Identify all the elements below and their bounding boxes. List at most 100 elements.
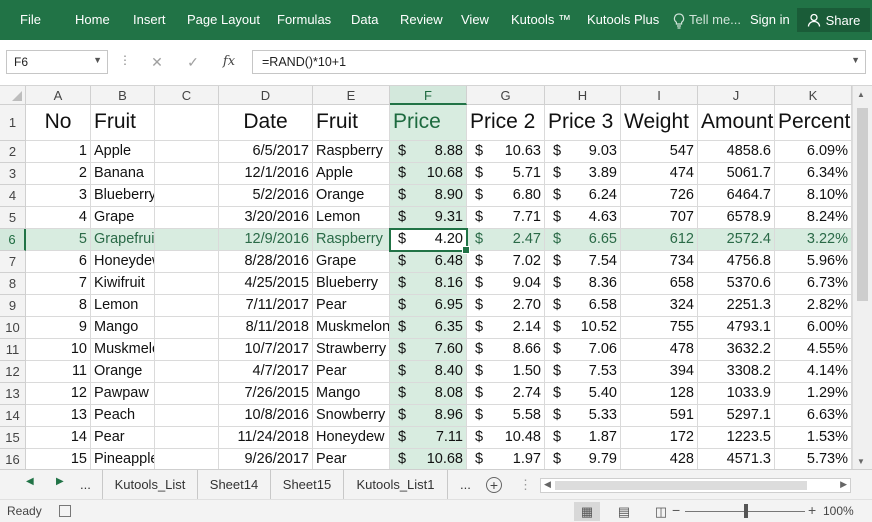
chevron-down-icon[interactable]: ▼ — [93, 55, 102, 65]
cell-g4[interactable]: $6.80 — [467, 185, 545, 207]
cell-g16[interactable]: $1.97 — [467, 449, 545, 469]
cell-j12[interactable]: 3308.2 — [698, 361, 775, 383]
cell-j14[interactable]: 5297.1 — [698, 405, 775, 427]
cell-k4[interactable]: 8.10% — [775, 185, 852, 207]
cell-a8[interactable]: 7 — [26, 273, 91, 295]
cell-j6[interactable]: 2572.4 — [698, 229, 775, 251]
cell-j2[interactable]: 4858.6 — [698, 141, 775, 163]
cell-h15[interactable]: $1.87 — [545, 427, 621, 449]
header-cell-c[interactable] — [155, 105, 219, 141]
macro-recording-icon[interactable] — [59, 505, 71, 517]
tab-page-layout[interactable]: Page Layout — [187, 0, 260, 40]
header-cell-h[interactable]: Price 3 — [545, 105, 621, 141]
cell-b8[interactable]: Kiwifruit — [91, 273, 155, 295]
cell-j13[interactable]: 1033.9 — [698, 383, 775, 405]
cell-h2[interactable]: $9.03 — [545, 141, 621, 163]
cell-h13[interactable]: $5.40 — [545, 383, 621, 405]
cell-c4[interactable] — [155, 185, 219, 207]
cell-k5[interactable]: 8.24% — [775, 207, 852, 229]
cell-k9[interactable]: 2.82% — [775, 295, 852, 317]
header-cell-f[interactable]: Price — [390, 105, 467, 141]
column-header-j[interactable]: J — [698, 86, 775, 105]
cell-h9[interactable]: $6.58 — [545, 295, 621, 317]
row-header-5[interactable]: 5 — [0, 207, 26, 229]
cell-h5[interactable]: $4.63 — [545, 207, 621, 229]
row-header-7[interactable]: 7 — [0, 251, 26, 273]
cell-b6[interactable]: Grapefruit — [91, 229, 155, 251]
cell-e9[interactable]: Pear — [313, 295, 390, 317]
row-header-13[interactable]: 13 — [0, 383, 26, 405]
scroll-right-icon[interactable]: ▶ — [840, 479, 847, 490]
cell-e5[interactable]: Lemon — [313, 207, 390, 229]
cell-k2[interactable]: 6.09% — [775, 141, 852, 163]
cell-j15[interactable]: 1223.5 — [698, 427, 775, 449]
cell-i8[interactable]: 658 — [621, 273, 698, 295]
column-header-d[interactable]: D — [219, 86, 313, 105]
cell-j3[interactable]: 5061.7 — [698, 163, 775, 185]
cell-d11[interactable]: 10/7/2017 — [219, 339, 313, 361]
cell-g8[interactable]: $9.04 — [467, 273, 545, 295]
row-header-2[interactable]: 2 — [0, 141, 26, 163]
tab-data[interactable]: Data — [351, 0, 378, 40]
cell-e2[interactable]: Raspberry — [313, 141, 390, 163]
cell-h6[interactable]: $6.65 — [545, 229, 621, 251]
cell-k14[interactable]: 6.63% — [775, 405, 852, 427]
row-header-4[interactable]: 4 — [0, 185, 26, 207]
cell-a3[interactable]: 2 — [26, 163, 91, 185]
cell-d8[interactable]: 4/25/2015 — [219, 273, 313, 295]
cell-d6[interactable]: 12/9/2016 — [219, 229, 313, 251]
cell-a14[interactable]: 13 — [26, 405, 91, 427]
sheet-tab-sheet15[interactable]: Sheet15 — [271, 470, 344, 499]
cell-e12[interactable]: Pear — [313, 361, 390, 383]
vertical-scrollbar[interactable]: ▲ ▼ — [852, 86, 872, 469]
tell-me-box[interactable]: Tell me... — [673, 0, 741, 40]
cell-f2[interactable]: $8.88 — [390, 141, 467, 163]
next-sheet-icon[interactable]: ▶ — [56, 476, 64, 487]
name-box[interactable]: F6 ▼ — [6, 50, 108, 74]
cell-i12[interactable]: 394 — [621, 361, 698, 383]
header-cell-j[interactable]: Amount — [698, 105, 775, 141]
cell-h12[interactable]: $7.53 — [545, 361, 621, 383]
column-header-a[interactable]: A — [26, 86, 91, 105]
zoom-in-icon[interactable]: + — [808, 502, 816, 518]
row-header-10[interactable]: 10 — [0, 317, 26, 339]
scroll-down-icon[interactable]: ▼ — [857, 457, 865, 466]
cell-f4[interactable]: $8.90 — [390, 185, 467, 207]
cell-a13[interactable]: 12 — [26, 383, 91, 405]
cell-c14[interactable] — [155, 405, 219, 427]
expand-formula-icon[interactable]: ▼ — [851, 55, 860, 65]
cell-e13[interactable]: Mango — [313, 383, 390, 405]
cell-c2[interactable] — [155, 141, 219, 163]
cell-d13[interactable]: 7/26/2015 — [219, 383, 313, 405]
header-cell-i[interactable]: Weight — [621, 105, 698, 141]
column-header-i[interactable]: I — [621, 86, 698, 105]
cell-i14[interactable]: 591 — [621, 405, 698, 427]
cell-g9[interactable]: $2.70 — [467, 295, 545, 317]
cell-k6[interactable]: 3.22% — [775, 229, 852, 251]
cell-i15[interactable]: 172 — [621, 427, 698, 449]
cell-b4[interactable]: Blueberry — [91, 185, 155, 207]
cell-k7[interactable]: 5.96% — [775, 251, 852, 273]
sheet-tab-kutools-list[interactable]: Kutools_List — [102, 470, 198, 499]
cell-b14[interactable]: Peach — [91, 405, 155, 427]
scroll-up-icon[interactable]: ▲ — [857, 90, 865, 99]
cell-a7[interactable]: 6 — [26, 251, 91, 273]
tab-formulas[interactable]: Formulas — [277, 0, 331, 40]
cell-g11[interactable]: $8.66 — [467, 339, 545, 361]
cell-e14[interactable]: Snowberry — [313, 405, 390, 427]
cell-c5[interactable] — [155, 207, 219, 229]
cell-a10[interactable]: 9 — [26, 317, 91, 339]
cell-d2[interactable]: 6/5/2017 — [219, 141, 313, 163]
cell-b13[interactable]: Pawpaw — [91, 383, 155, 405]
vertical-scroll-thumb[interactable] — [857, 108, 868, 301]
cell-e11[interactable]: Strawberry — [313, 339, 390, 361]
cell-e15[interactable]: Honeydew — [313, 427, 390, 449]
column-header-c[interactable]: C — [155, 86, 219, 105]
header-cell-g[interactable]: Price 2 — [467, 105, 545, 141]
cell-h11[interactable]: $7.06 — [545, 339, 621, 361]
cell-a11[interactable]: 10 — [26, 339, 91, 361]
cell-d7[interactable]: 8/28/2016 — [219, 251, 313, 273]
cell-f6[interactable]: $4.20 — [390, 229, 467, 251]
cell-i11[interactable]: 478 — [621, 339, 698, 361]
column-header-g[interactable]: G — [467, 86, 545, 105]
